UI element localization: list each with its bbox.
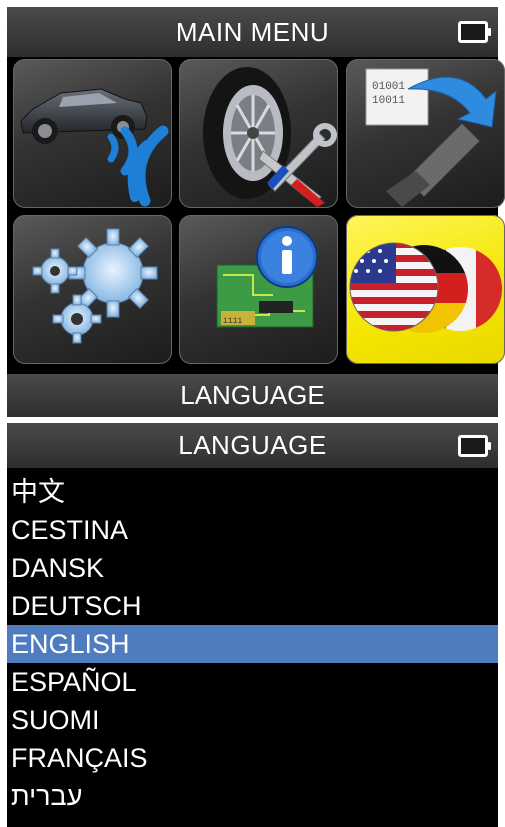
info-circuit-board-icon: 1111 (216, 226, 318, 328)
language-title-bar: LANGUAGE (7, 423, 498, 468)
tile-settings[interactable] (13, 215, 172, 364)
tile-software-update[interactable]: 01001 10011 (346, 59, 505, 208)
language-item-czech[interactable]: CESTINA (7, 511, 498, 549)
battery-icon (458, 435, 491, 457)
language-item-german[interactable]: DEUTSCH (7, 587, 498, 625)
software-update-icon: 01001 10011 (365, 68, 497, 207)
tile-language[interactable] (346, 215, 505, 364)
language-item-spanish[interactable]: ESPAÑOL (7, 663, 498, 701)
tile-device-info[interactable]: 1111 (179, 215, 338, 364)
selected-item-bar: LANGUAGE (7, 374, 498, 417)
settings-gears-icon (32, 228, 158, 344)
language-item-finnish[interactable]: SUOMI (7, 701, 498, 739)
svg-text:01001: 01001 (372, 81, 405, 93)
main-menu-screen: MAIN MENU 01001 10011 1111 LANGUAGE (7, 7, 505, 417)
language-screen: LANGUAGE 中文 CESTINA DANSK DEUTSCH ENGLIS… (7, 423, 498, 827)
main-menu-title-bar: MAIN MENU (7, 7, 498, 57)
tile-tire-service[interactable] (179, 59, 338, 208)
language-item-chinese[interactable]: 中文 (7, 473, 498, 511)
battery-icon (458, 21, 491, 43)
main-menu-title: MAIN MENU (175, 17, 330, 47)
car-sensor-signal-icon (20, 88, 169, 207)
tire-tools-icon (203, 67, 337, 207)
language-list: 中文 CESTINA DANSK DEUTSCH ENGLISH ESPAÑOL… (7, 473, 498, 815)
language-title: LANGUAGE (178, 430, 327, 460)
language-flags-icon (349, 242, 502, 333)
selected-item-label: LANGUAGE (180, 380, 325, 410)
language-item-hebrew[interactable]: עברית (7, 777, 498, 815)
language-item-english[interactable]: ENGLISH (7, 625, 498, 663)
tile-tpms-sensor[interactable] (13, 59, 172, 208)
language-item-french[interactable]: FRANÇAIS (7, 739, 498, 777)
language-item-danish[interactable]: DANSK (7, 549, 498, 587)
svg-text:1111: 1111 (223, 317, 242, 326)
svg-text:10011: 10011 (372, 95, 405, 107)
